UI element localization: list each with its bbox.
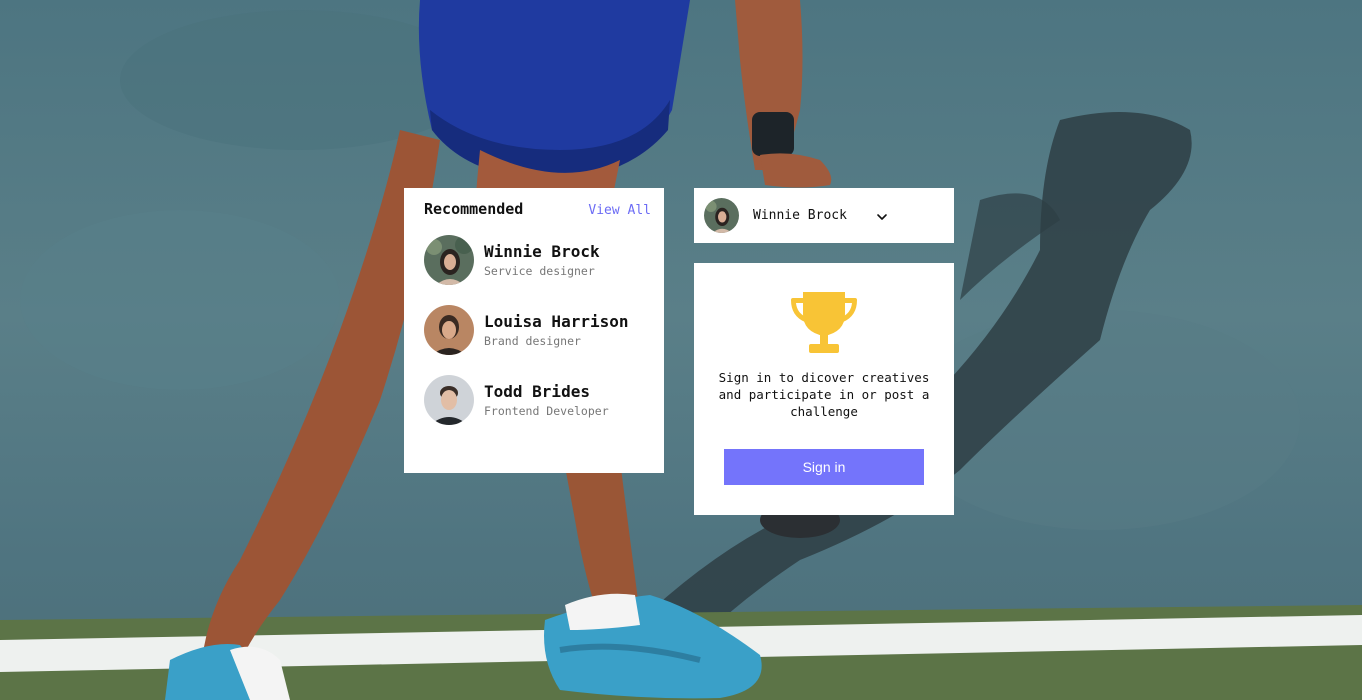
avatar xyxy=(424,305,474,355)
user-name: Winnie Brock xyxy=(753,208,847,223)
recommended-role: Service designer xyxy=(484,264,595,278)
trophy-icon xyxy=(789,292,859,354)
list-item[interactable]: Todd Brides Frontend Developer xyxy=(424,375,654,425)
recommended-name: Winnie Brock xyxy=(484,242,600,261)
background-photo xyxy=(0,0,1362,700)
user-menu-dropdown[interactable]: Winnie Brock xyxy=(694,188,954,243)
avatar xyxy=(424,375,474,425)
signin-message: Sign in to dicover creatives and partici… xyxy=(718,370,930,419)
recommended-name: Louisa Harrison xyxy=(484,312,629,331)
signin-card: Sign in to dicover creatives and partici… xyxy=(694,263,954,515)
recommended-role: Frontend Developer xyxy=(484,404,609,418)
recommended-card: Recommended View All Winnie Brock Servic… xyxy=(404,188,664,473)
recommended-name: Todd Brides xyxy=(484,382,590,401)
avatar xyxy=(704,198,739,233)
signin-button[interactable]: Sign in xyxy=(724,449,924,485)
tennis-court-scene xyxy=(0,0,1362,700)
list-item[interactable]: Winnie Brock Service designer xyxy=(424,235,654,285)
chevron-down-icon[interactable] xyxy=(875,209,889,223)
recommended-title: Recommended xyxy=(424,200,524,218)
recommended-role: Brand designer xyxy=(484,334,581,348)
list-item[interactable]: Louisa Harrison Brand designer xyxy=(424,305,654,355)
view-all-link[interactable]: View All xyxy=(588,203,651,218)
avatar xyxy=(424,235,474,285)
